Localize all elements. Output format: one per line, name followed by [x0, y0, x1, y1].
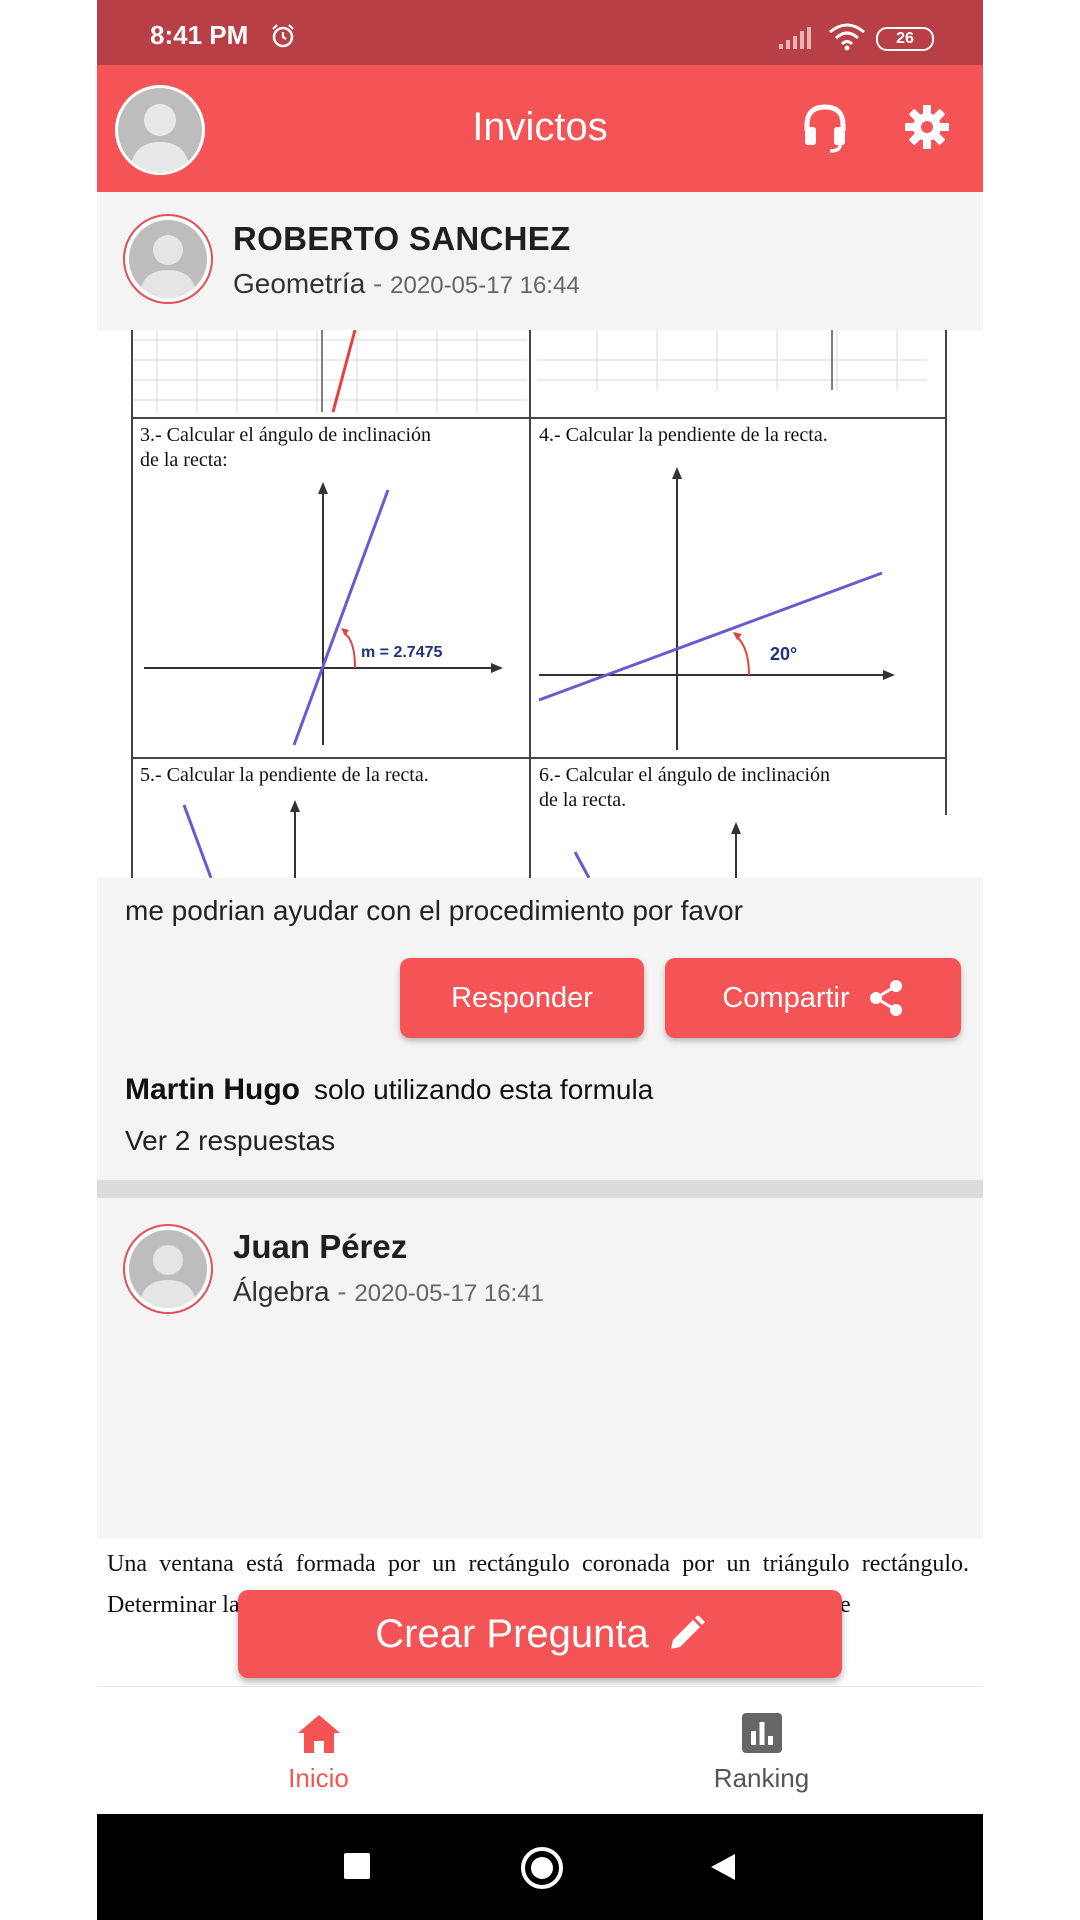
comment-text: solo utilizando esta formula — [313, 1074, 654, 1105]
q4-angle-label: 20° — [770, 644, 798, 664]
q6-title-2: de la recta. — [539, 789, 627, 811]
q4-title: 4.- Calcular la pendiente de la recta. — [539, 424, 828, 446]
wifi-icon — [829, 23, 865, 51]
system-nav-bar — [97, 1814, 983, 1920]
create-question-button[interactable]: Crear Pregunta — [238, 1590, 842, 1678]
post-card-2[interactable]: Juan Pérez Álgebra - 2020-05-17 16:41 — [97, 1198, 983, 1538]
post-text: me podrian ayudar con el procedimiento p… — [125, 895, 743, 926]
author-avatar[interactable] — [123, 214, 213, 304]
headset-icon[interactable] — [802, 103, 848, 153]
post-subject: Geometría — [233, 268, 366, 299]
q3-title: 3.- Calcular el ángulo de inclinación — [140, 424, 432, 446]
q5-title: 5.- Calcular la pendiente de la recta. — [140, 764, 429, 786]
home-button[interactable] — [521, 1847, 563, 1889]
top-comment: Martin Hugo solo utilizando esta formula — [125, 1073, 653, 1107]
post-timestamp: 2020-05-17 16:44 — [390, 272, 580, 299]
q3-slope-label: m = 2.7475 — [361, 644, 443, 661]
signal-icon — [779, 27, 811, 49]
person-icon — [139, 235, 197, 298]
author-name-2[interactable]: Juan Pérez — [233, 1228, 407, 1266]
recents-button[interactable] — [344, 1853, 370, 1879]
back-icon[interactable] — [709, 1852, 737, 1882]
post-meta-2: Álgebra - 2020-05-17 16:41 — [233, 1276, 544, 1308]
battery-indicator: 26 — [876, 27, 934, 51]
home-icon — [298, 1715, 340, 1753]
share-icon — [869, 980, 902, 1016]
person-icon — [139, 1245, 197, 1308]
nav-label-inicio: Inicio — [288, 1763, 349, 1793]
post-subject-2: Álgebra — [233, 1276, 330, 1307]
comment-author[interactable]: Martin Hugo — [125, 1073, 300, 1106]
status-time: 8:41 PM — [150, 20, 249, 50]
meta-separator: - — [365, 268, 391, 299]
post-timestamp-2: 2020-05-17 16:41 — [354, 1280, 544, 1307]
create-question-label: Crear Pregunta — [375, 1611, 649, 1656]
status-bar: 8:41 PM 26 — [97, 0, 983, 65]
alarm-icon — [272, 24, 294, 48]
share-button[interactable]: Compartir — [665, 958, 961, 1038]
nav-item-inicio[interactable]: Inicio — [97, 1687, 540, 1815]
author-avatar-2[interactable] — [123, 1224, 213, 1314]
bar-chart-icon — [742, 1713, 782, 1753]
meta-separator-2: - — [329, 1276, 355, 1307]
post-divider — [97, 1180, 983, 1198]
share-button-label: Compartir — [722, 981, 850, 1014]
see-replies-link[interactable]: Ver 2 respuestas — [125, 1125, 335, 1157]
q6-title: 6.- Calcular el ángulo de inclinación — [539, 764, 831, 786]
reply-button-label: Responder — [451, 981, 593, 1014]
post-header[interactable]: ROBERTO SANCHEZ Geometría - 2020-05-17 1… — [97, 192, 983, 330]
app-screen: 8:41 PM 26 Invictos ROBERTO SANCHEZ Geom… — [97, 0, 983, 1920]
post-meta: Geometría - 2020-05-17 16:44 — [233, 268, 580, 300]
app-title: Invictos — [472, 105, 608, 149]
author-name[interactable]: ROBERTO SANCHEZ — [233, 220, 571, 258]
bottom-navigation: Inicio Ranking — [97, 1686, 983, 1815]
nav-label-ranking: Ranking — [713, 1763, 810, 1793]
app-bar: Invictos — [97, 65, 983, 192]
pencil-icon — [670, 1615, 705, 1649]
reply-button[interactable]: Responder — [400, 958, 644, 1038]
nav-item-ranking[interactable]: Ranking — [540, 1687, 983, 1815]
post-image[interactable]: 3.- Calcular el ángulo de inclinación de… — [97, 330, 983, 878]
settings-gear-icon[interactable] — [903, 103, 951, 151]
q3-title-2: de la recta: — [140, 449, 228, 471]
